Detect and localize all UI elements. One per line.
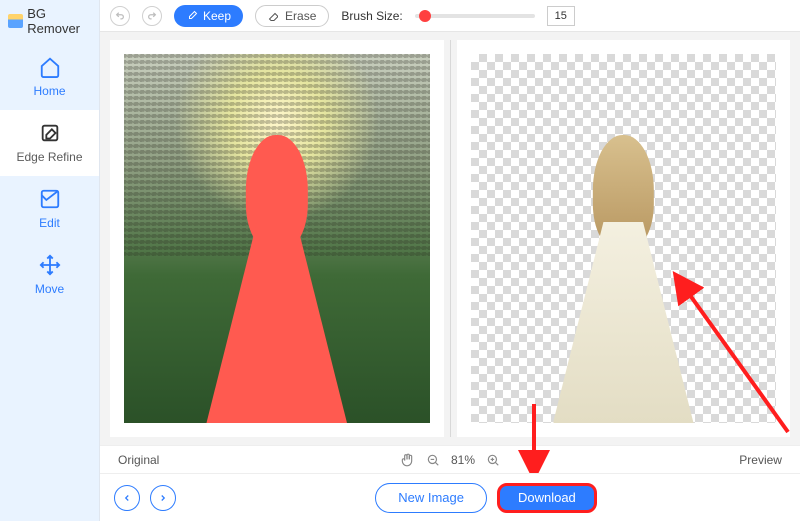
preview-pane (457, 40, 791, 437)
undo-button[interactable] (110, 6, 130, 26)
app-root: BG Remover Home Edge Refine Edit Move Ke… (0, 0, 800, 521)
original-pane (110, 40, 444, 437)
sidebar-item-label: Home (33, 84, 65, 98)
brush-size-label: Brush Size: (341, 9, 402, 23)
zoom-out-button[interactable] (425, 452, 441, 468)
sidebar-item-label: Move (35, 282, 64, 296)
original-label: Original (118, 453, 331, 467)
sidebar-item-label: Edit (39, 216, 60, 230)
eraser-icon (268, 10, 280, 22)
sidebar-item-move[interactable]: Move (0, 242, 99, 308)
sidebar-item-edge-refine[interactable]: Edge Refine (0, 110, 99, 176)
preview-label: Preview (569, 453, 782, 467)
person-mask (206, 135, 347, 423)
pan-hand-icon[interactable] (399, 452, 415, 468)
sidebar-item-home[interactable]: Home (0, 44, 99, 110)
cutout-dress (553, 222, 694, 423)
move-icon (39, 254, 61, 276)
download-button[interactable]: Download (497, 483, 597, 513)
erase-brush-button[interactable]: Erase (255, 5, 329, 27)
redo-button[interactable] (142, 6, 162, 26)
new-image-button[interactable]: New Image (375, 483, 487, 513)
logo-text: BG Remover (27, 6, 91, 36)
bottom-bar: New Image Download (100, 473, 800, 521)
toolbar: Keep Erase Brush Size: 15 (100, 0, 800, 32)
keep-label: Keep (203, 9, 231, 23)
person-cutout (553, 135, 694, 423)
keep-brush-button[interactable]: Keep (174, 5, 243, 27)
zoom-row: Original 81% Preview (100, 445, 800, 473)
new-image-label: New Image (398, 490, 464, 505)
mask-dress (206, 222, 347, 423)
sidebar-item-label: Edge Refine (16, 150, 82, 164)
edge-refine-icon (39, 122, 61, 144)
brush-size-value[interactable]: 15 (547, 6, 575, 26)
canvas-area (100, 32, 800, 445)
prev-image-button[interactable] (114, 485, 140, 511)
main-panel: Keep Erase Brush Size: 15 (100, 0, 800, 521)
sidebar: BG Remover Home Edge Refine Edit Move (0, 0, 100, 521)
pane-divider[interactable] (450, 40, 451, 437)
app-logo: BG Remover (0, 0, 99, 44)
erase-label: Erase (285, 9, 316, 23)
zoom-percent: 81% (451, 453, 475, 467)
zoom-in-button[interactable] (485, 452, 501, 468)
home-icon (39, 56, 61, 78)
sidebar-item-edit[interactable]: Edit (0, 176, 99, 242)
zoom-controls: 81% (343, 452, 556, 468)
next-image-button[interactable] (150, 485, 176, 511)
edit-icon (39, 188, 61, 210)
brush-size-slider[interactable] (415, 14, 535, 18)
download-label: Download (518, 490, 576, 505)
original-image[interactable] (124, 54, 430, 423)
logo-icon (8, 14, 23, 28)
brush-icon (186, 10, 198, 22)
slider-thumb[interactable] (419, 10, 431, 22)
preview-image[interactable] (471, 54, 777, 423)
